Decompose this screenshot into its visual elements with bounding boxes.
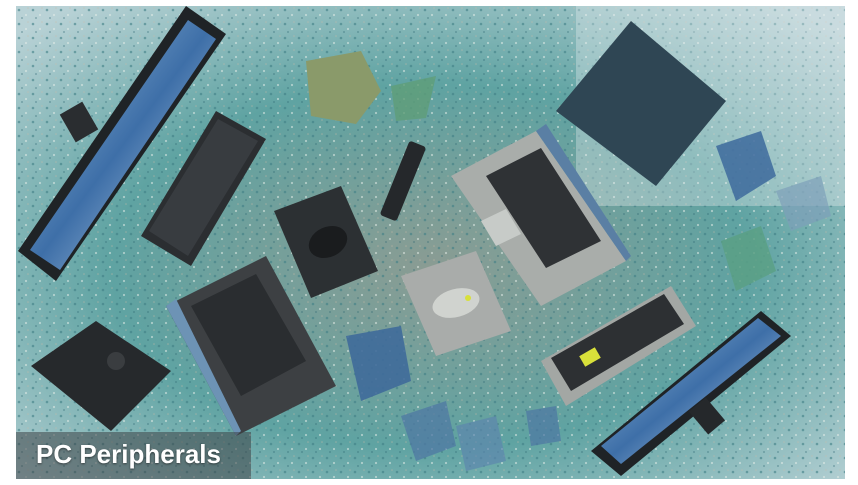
caption-title: PC Peripherals: [36, 439, 221, 469]
product-photo: PC Peripherals: [16, 6, 845, 479]
photo-scene: [16, 6, 845, 479]
